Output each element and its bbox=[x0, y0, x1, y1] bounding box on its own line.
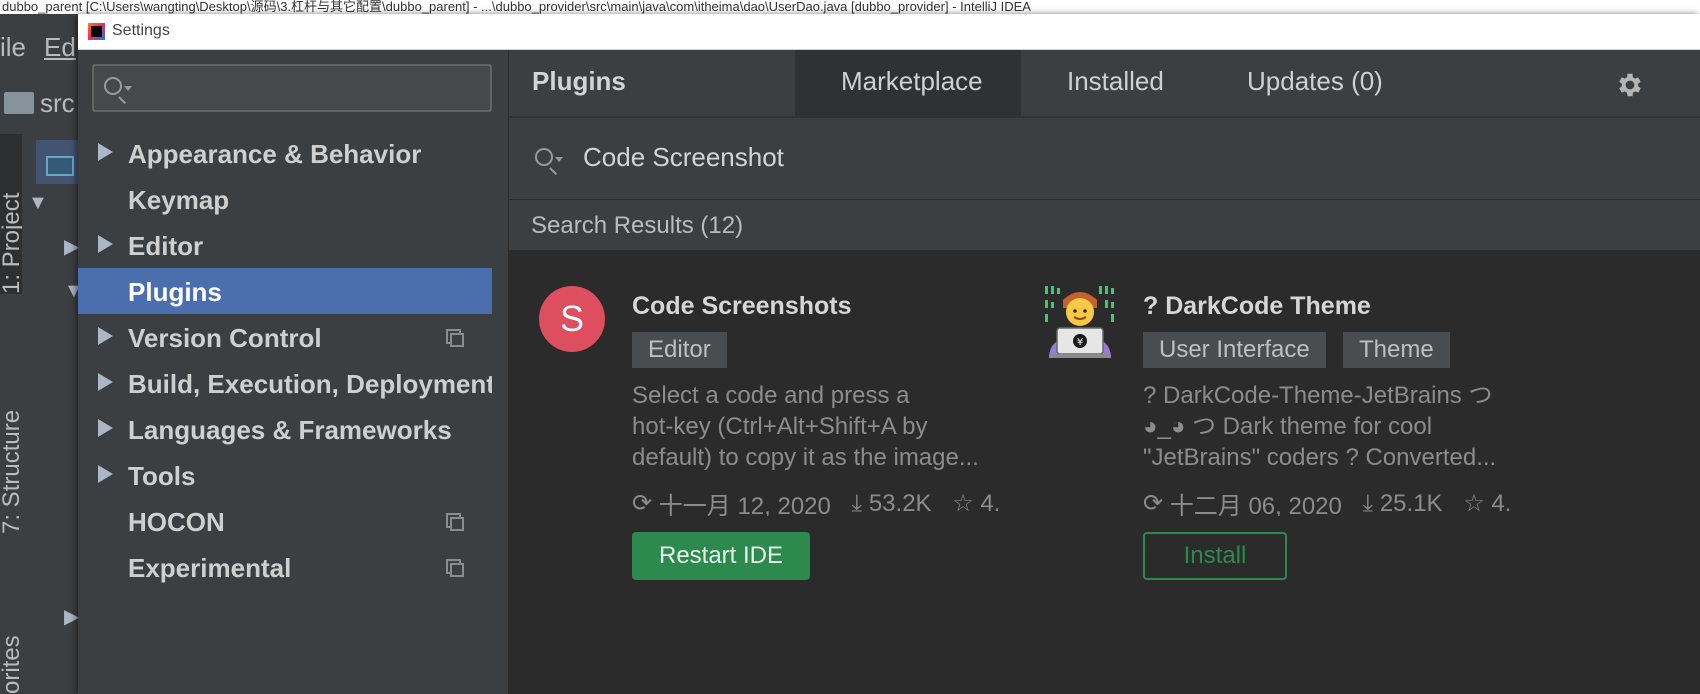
tree-item-label: Experimental bbox=[128, 553, 292, 583]
expand-arrow-icon[interactable] bbox=[98, 373, 113, 391]
tree-expand-icon[interactable]: ▼ bbox=[28, 192, 48, 215]
gear-icon[interactable] bbox=[1615, 70, 1645, 100]
ide-nav-bar: src bbox=[0, 78, 90, 134]
description-line: ◕_◕ つ Dark theme for cool bbox=[1143, 413, 1433, 440]
dialog-title-bar: Settings bbox=[78, 14, 1700, 50]
tab-marketplace[interactable]: Marketplace bbox=[795, 50, 1021, 116]
nav-folder-label[interactable]: src bbox=[40, 88, 75, 119]
tab-label: Installed bbox=[1067, 66, 1164, 96]
settings-tree: Appearance & Behavior Keymap Editor Plug… bbox=[78, 50, 492, 694]
search-dropdown-icon[interactable] bbox=[555, 157, 563, 162]
description-line: Select a code and press a bbox=[632, 382, 910, 409]
plugin-logo-icon: S bbox=[539, 286, 605, 352]
coder-emoji-icon: ¥ bbox=[1045, 286, 1114, 358]
expand-arrow-icon[interactable] bbox=[98, 143, 113, 161]
star-icon: ☆ bbox=[952, 490, 974, 516]
update-icon: ⟳ bbox=[1143, 490, 1164, 516]
plugin-date: 十一月 12, 2020 bbox=[658, 493, 831, 516]
plugin-description: ? DarkCode-Theme-JetBrains つ ◕_◕ つ Dark … bbox=[1143, 380, 1509, 473]
project-level-icon bbox=[446, 513, 464, 531]
tree-item-keymap[interactable]: Keymap bbox=[78, 176, 492, 222]
project-tree: ▼ ▶ ▼ ▶ bbox=[22, 134, 96, 694]
plugin-meta: ⟳ 十二月 06, 2020 ⤓ 25.1K ☆ 4.8 bbox=[1143, 486, 1509, 517]
plugin-date: 十二月 06, 2020 bbox=[1169, 493, 1342, 516]
project-level-icon bbox=[446, 329, 464, 347]
intellij-logo-icon bbox=[88, 23, 105, 40]
description-line: default) to copy it as the image... bbox=[632, 444, 979, 471]
plugin-tag[interactable]: User Interface bbox=[1143, 332, 1326, 368]
expand-arrow-icon[interactable] bbox=[98, 419, 113, 437]
settings-sidebar: Appearance & Behavior Keymap Editor Plug… bbox=[78, 50, 509, 694]
search-icon bbox=[535, 148, 553, 166]
results-count: Search Results (12) bbox=[531, 212, 744, 239]
settings-dialog: Settings Appearance & Behavior Keymap Ed… bbox=[78, 14, 1700, 694]
tree-item-label: Languages & Frameworks bbox=[128, 415, 452, 445]
plugin-tag[interactable]: Theme bbox=[1343, 332, 1450, 368]
tab-updates[interactable]: Updates (0) bbox=[1201, 50, 1441, 116]
tree-item-label: Appearance & Behavior bbox=[128, 139, 422, 169]
plugin-meta: ⟳ 十一月 12, 2020 ⤓ 53.2K ☆ 4.7 bbox=[632, 486, 998, 517]
plugin-name[interactable]: ? DarkCode Theme bbox=[1143, 292, 1371, 321]
menu-edit[interactable]: Ed bbox=[44, 32, 76, 63]
ide-title-bar: dubbo_parent [C:\Users\wangting\Desktop\… bbox=[0, 0, 1700, 14]
plugin-tag[interactable]: Editor bbox=[632, 332, 727, 368]
tree-item-label: Plugins bbox=[128, 277, 222, 307]
tab-label: Updates (0) bbox=[1247, 66, 1383, 96]
tree-item-tools[interactable]: Tools bbox=[78, 452, 492, 498]
tab-installed[interactable]: Installed bbox=[1021, 50, 1201, 116]
tree-item-languages-frameworks[interactable]: Languages & Frameworks bbox=[78, 406, 492, 452]
plugin-search-field[interactable]: Code Screenshot bbox=[509, 118, 1700, 200]
plugins-title: Plugins bbox=[532, 66, 626, 96]
tool-window-stripe: 1: Project 7: Structure orites bbox=[0, 134, 26, 694]
tree-item-build-execution-deployment[interactable]: Build, Execution, Deployment bbox=[78, 360, 492, 406]
description-line: ? DarkCode-Theme-JetBrains つ bbox=[1143, 382, 1493, 409]
ide-menu-bar: ile Ed bbox=[0, 14, 90, 78]
project-level-icon bbox=[446, 559, 464, 577]
tree-item-appearance-behavior[interactable]: Appearance & Behavior bbox=[78, 130, 492, 176]
star-icon: ☆ bbox=[1463, 490, 1485, 516]
plugins-panel: Plugins Marketplace Installed Updates (0… bbox=[509, 50, 1700, 694]
expand-arrow-icon[interactable] bbox=[98, 465, 113, 483]
download-icon: ⤓ bbox=[1362, 489, 1374, 517]
plugin-name[interactable]: Code Screenshots bbox=[632, 292, 852, 321]
folder-icon bbox=[4, 92, 34, 114]
expand-arrow-icon[interactable] bbox=[98, 327, 113, 345]
tree-item-label: Tools bbox=[128, 461, 196, 491]
description-line: "JetBrains" coders ? Converted... bbox=[1143, 444, 1497, 471]
svg-text:¥: ¥ bbox=[1077, 337, 1083, 348]
plugin-downloads: 53.2K bbox=[868, 489, 932, 517]
install-button[interactable]: Install bbox=[1143, 532, 1287, 580]
tree-item-version-control[interactable]: Version Control bbox=[78, 314, 492, 360]
tree-item-hocon[interactable]: HOCON bbox=[78, 498, 492, 544]
module-icon bbox=[46, 156, 74, 176]
tree-item-experimental[interactable]: Experimental bbox=[78, 544, 492, 590]
menu-file[interactable]: ile bbox=[0, 32, 26, 63]
update-icon: ⟳ bbox=[632, 490, 653, 516]
results-header: Search Results (12) bbox=[509, 200, 1700, 250]
plugin-search-input[interactable]: Code Screenshot bbox=[583, 142, 784, 173]
tree-item-label: Build, Execution, Deployment bbox=[128, 369, 492, 399]
description-line: hot-key (Ctrl+Alt+Shift+A by bbox=[632, 413, 928, 440]
dialog-title: Settings bbox=[112, 22, 170, 39]
expand-arrow-icon[interactable] bbox=[98, 235, 113, 253]
tree-item-editor[interactable]: Editor bbox=[78, 222, 492, 268]
plugin-rating: 4.7 bbox=[980, 489, 998, 517]
download-icon: ⤓ bbox=[851, 489, 863, 517]
tree-item-label: Editor bbox=[128, 231, 204, 261]
restart-ide-button[interactable]: Restart IDE bbox=[632, 532, 810, 580]
plugin-description: Select a code and press a hot-key (Ctrl+… bbox=[632, 380, 997, 473]
tree-item-label: HOCON bbox=[128, 507, 225, 537]
tree-item-label: Keymap bbox=[128, 185, 230, 215]
plugins-tab-bar: Plugins Marketplace Installed Updates (0… bbox=[509, 50, 1700, 118]
tab-label: Marketplace bbox=[841, 66, 983, 96]
tree-item-label: Version Control bbox=[128, 323, 322, 353]
tree-item-plugins[interactable]: Plugins bbox=[78, 268, 492, 314]
plugin-rating: 4.8 bbox=[1491, 489, 1509, 517]
plugin-downloads: 25.1K bbox=[1379, 489, 1443, 517]
